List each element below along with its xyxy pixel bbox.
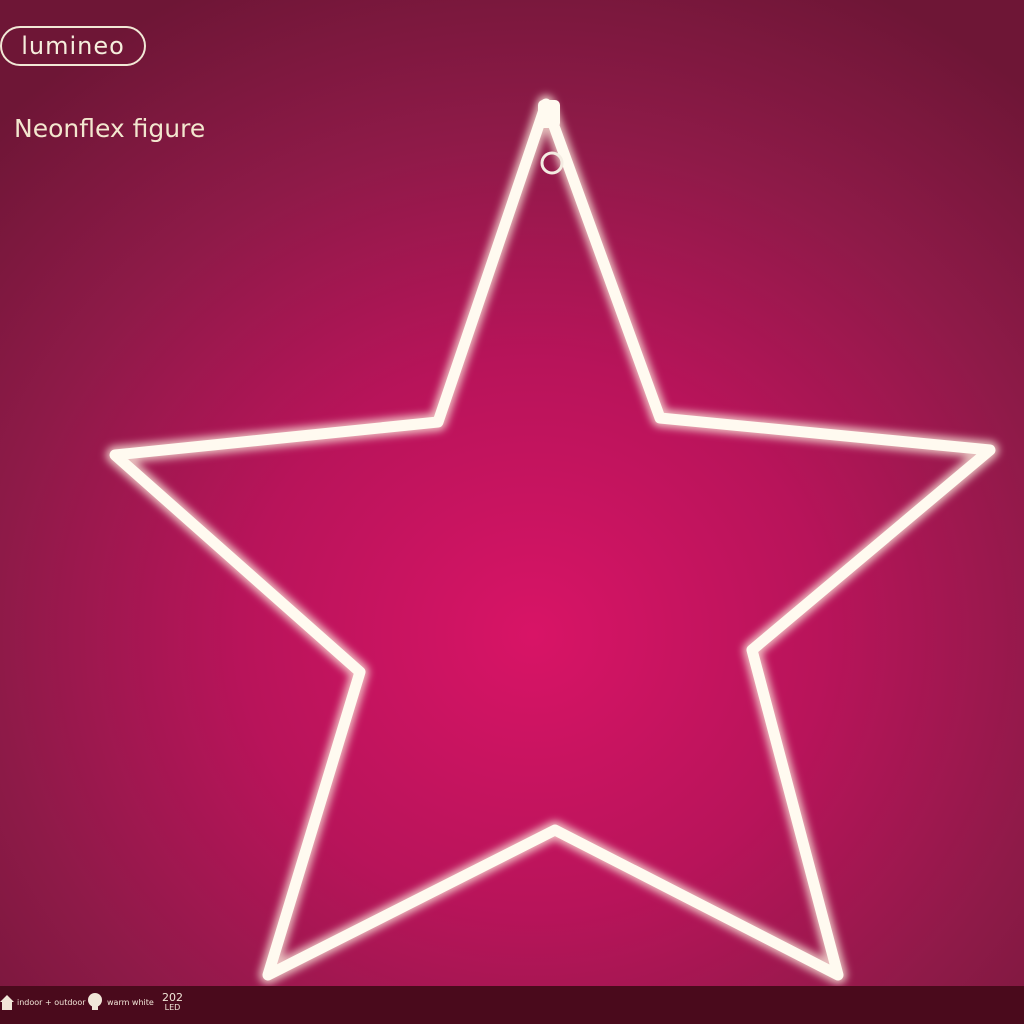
feature-label: indoor + outdoor bbox=[17, 998, 86, 1007]
star-glow bbox=[106, 95, 999, 984]
feature-warm-white: warm white bbox=[86, 992, 154, 1012]
led-count: 202 bbox=[162, 991, 183, 1004]
feature-indoor-outdoor: indoor + outdoor bbox=[0, 992, 86, 1012]
spec-footer: indoor + outdoor warm white 202 LED bbox=[0, 986, 1024, 1024]
led-unit: LED bbox=[164, 1003, 181, 1012]
house-icon bbox=[0, 995, 14, 1010]
neon-star-figure bbox=[106, 95, 999, 984]
led-count-badge: 202 LED bbox=[162, 991, 183, 1013]
bulb-icon bbox=[88, 993, 102, 1010]
feature-label: warm white bbox=[107, 998, 154, 1007]
star-tube bbox=[109, 98, 996, 981]
